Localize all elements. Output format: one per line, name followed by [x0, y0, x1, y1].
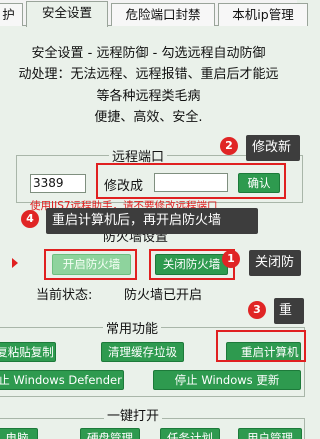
step-badge-4: 4 [21, 210, 39, 228]
current-port-field[interactable]: 3389 [30, 174, 86, 193]
intro-line-1: 安全设置 - 远程防御 - 勾选远程自动防御 [31, 46, 266, 61]
firewall-status-label: 当前状态: [36, 288, 93, 303]
clear-cache-button[interactable]: 清理缓存垃圾 [101, 342, 184, 362]
tab-protect[interactable]: 护 [0, 3, 23, 26]
step-badge-3: 3 [248, 301, 266, 319]
one-click-open-legend: 一键打开 [104, 405, 163, 424]
annotation-tip-2: 修改新 [246, 135, 300, 161]
annotation-tip-1: 关闭防 [249, 250, 301, 276]
open-task-scheduler-button[interactable]: 任务计划 [160, 428, 220, 439]
tab-ip-management[interactable]: 本机ip管理 [218, 3, 308, 26]
annotation-tip-4: 重启计算机后，再开启防火墙 [46, 208, 258, 234]
firewall-status-value: 防火墙已开启 [124, 288, 203, 303]
stop-windows-update-button[interactable]: 停止 Windows 更新 [153, 370, 301, 390]
stop-defender-button[interactable]: 止 Windows Defender [0, 370, 124, 390]
step-badge-2: 2 [220, 137, 238, 155]
paste-copy-button[interactable]: 复粘贴复制 [0, 342, 56, 362]
highlight-box-close-firewall [149, 249, 235, 280]
highlight-box-restart [216, 330, 306, 362]
intro-line-2: 动处理：无法远程、远程报错、重启后才能远 [18, 67, 279, 82]
pointer-arrow-icon [12, 258, 18, 268]
intro-line-3: 等各种远程类毛病 [96, 89, 201, 104]
tab-dangerous-ports[interactable]: 危险端口封禁 [111, 3, 215, 26]
open-disk-management-button[interactable]: 硬盘管理 [80, 428, 140, 439]
open-computer-button[interactable]: 电脑 [0, 428, 38, 439]
highlight-box-port [96, 163, 286, 199]
highlight-box-open-firewall [44, 249, 137, 280]
step-badge-1: 1 [222, 250, 240, 268]
tab-bar: 护 安全设置 危险端口封禁 本机ip管理 [0, 0, 308, 27]
annotation-tip-3: 重 [274, 298, 304, 324]
open-user-management-button[interactable]: 用户管理 [238, 428, 302, 439]
intro-line-4: 便捷、高效、安全. [94, 110, 203, 125]
tab-security-settings[interactable]: 安全设置 [26, 1, 108, 27]
common-functions-legend: 常用功能 [103, 318, 162, 337]
